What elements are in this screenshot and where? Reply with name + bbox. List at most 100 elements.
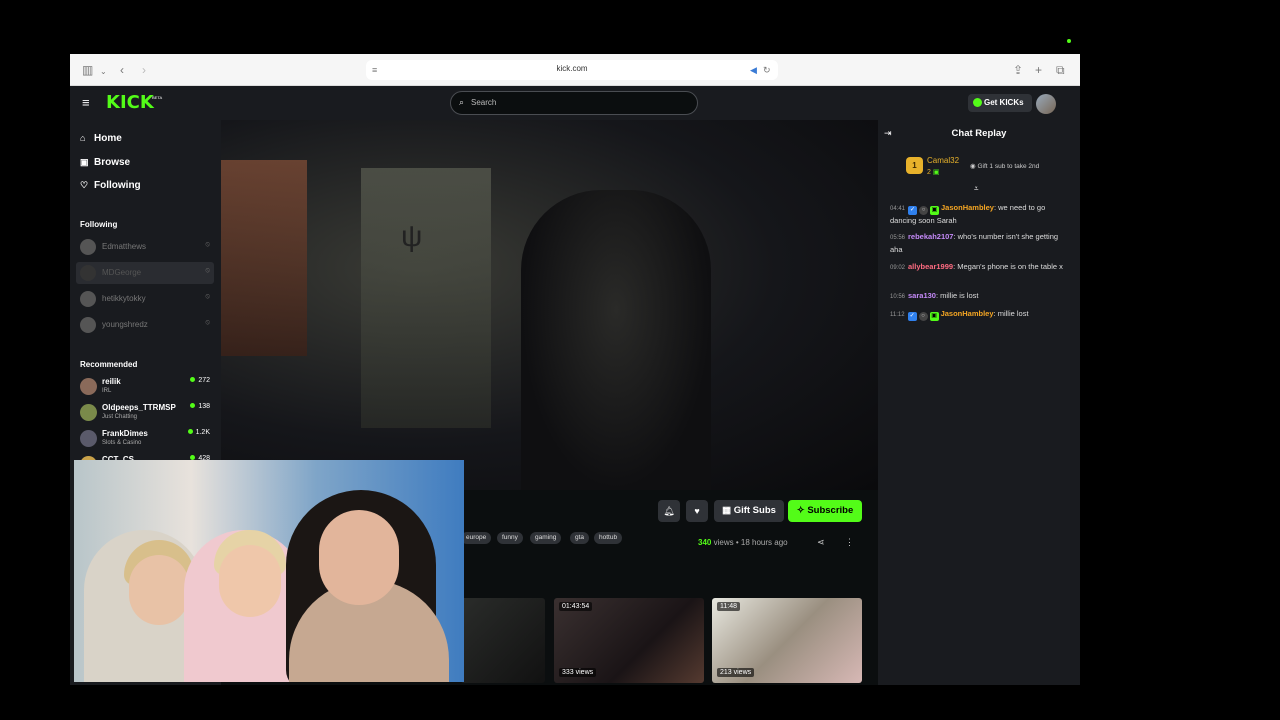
forward-icon[interactable]: ›: [142, 63, 146, 77]
video-scene-wall: [221, 160, 307, 356]
reload-icon[interactable]: ↻: [763, 63, 771, 77]
follow-button[interactable]: ♥: [686, 500, 708, 522]
share-icon[interactable]: ⋖: [817, 537, 825, 548]
following-channel[interactable]: hetikkytokky ⦸: [76, 288, 214, 310]
sub-badge-icon: ▣: [930, 206, 940, 215]
expand-icon[interactable]: ⩡: [974, 184, 979, 194]
channel-name: youngshredz: [102, 320, 148, 329]
gift-subs-button[interactable]: ▦ Gift Subs: [714, 500, 784, 522]
top-gifter-count: 2 ▣: [927, 168, 939, 176]
chat-message: 10:56 sara130: millie is lost: [890, 290, 1070, 303]
chat-message: 05:56 rebekah2107: who's number isn't she…: [890, 231, 1070, 255]
channel-name: MDGeorge: [102, 268, 142, 277]
verified-badge-icon: ✓: [907, 312, 917, 321]
channel-name: reilik: [102, 377, 121, 386]
verified-badge-icon: ✓: [908, 206, 918, 215]
message-user[interactable]: JasonHambley: [941, 203, 994, 212]
message-time: 10:56: [890, 294, 906, 300]
address-bar[interactable]: ≡ kick.com ◀ ↻: [366, 60, 778, 80]
recommended-channel[interactable]: Oldpeeps_TTRMSP Just Chatting 138: [76, 401, 214, 425]
sidebar-toggle-icon[interactable]: ▥: [82, 63, 93, 77]
heart-icon: ♥: [694, 506, 700, 516]
tag[interactable]: europe: [461, 532, 492, 544]
new-tab-icon[interactable]: +: [1035, 63, 1042, 77]
following-channel[interactable]: MDGeorge ⦸: [76, 262, 214, 284]
video-meta: 340 views • 18 hours ago: [698, 538, 788, 547]
kick-coin-icon: [973, 98, 982, 107]
tag[interactable]: gta: [570, 532, 590, 544]
offline-icon: ⦸: [205, 267, 210, 274]
recommended-channel[interactable]: reilik IRL 272: [76, 375, 214, 399]
bell-icon: 🔔︎: [663, 506, 675, 516]
chevron-down-icon[interactable]: ⌄: [100, 65, 107, 79]
channel-name: FrankDimes: [102, 429, 148, 438]
nav-label: Following: [94, 180, 141, 191]
gift-icon: ▦: [722, 505, 734, 516]
get-kicks-button[interactable]: Get KICKs: [968, 94, 1032, 112]
video-views: 333 views: [559, 668, 597, 677]
kick-logo[interactable]: KICK: [106, 92, 154, 113]
url-text: kick.com: [556, 64, 588, 73]
following-heading: Following: [80, 220, 118, 229]
back-icon[interactable]: ‹: [120, 63, 124, 77]
notification-button[interactable]: 🔔︎: [658, 500, 680, 522]
search-icon: ⌕: [459, 97, 465, 107]
message-time: 05:56: [890, 235, 906, 241]
top-gifter-name[interactable]: Camal32: [927, 156, 959, 165]
user-avatar[interactable]: [1036, 94, 1056, 114]
avatar: [80, 378, 97, 395]
message-text: : millie is lost: [935, 291, 979, 300]
tabs-overview-icon[interactable]: ⧉: [1056, 63, 1065, 77]
video-views: 213 views: [717, 668, 755, 677]
views-label: views: [713, 538, 734, 547]
viewer-count-value: 1.2K: [195, 429, 210, 436]
message-time: 04:41: [890, 206, 906, 212]
video-duration: 01:43:54: [559, 602, 593, 611]
live-dot: [187, 429, 193, 434]
related-video[interactable]: [461, 598, 545, 683]
viewer-count: 272: [190, 377, 210, 384]
message-text: : Megan's phone is on the table x: [953, 262, 1063, 271]
offline-icon: ⦸: [205, 293, 210, 300]
beta-badge: BETA: [152, 95, 163, 100]
message-user[interactable]: allybear1999: [908, 262, 953, 271]
following-channel[interactable]: Edmatthews ⦸: [76, 236, 214, 258]
subscribe-label: Subscribe: [807, 505, 854, 516]
speaker-icon[interactable]: ◀: [750, 63, 757, 77]
sidebar-item-browse[interactable]: ▣ Browse: [80, 157, 130, 168]
chat-title: Chat Replay: [951, 128, 1007, 139]
tag[interactable]: hottub: [594, 532, 623, 544]
message-user[interactable]: rebekah2107: [908, 232, 953, 241]
pip-person-face: [319, 510, 399, 605]
video-player[interactable]: ψ: [221, 120, 878, 490]
following-channel[interactable]: youngshredz ⦸: [76, 314, 214, 336]
sub-badge-icon: ▣: [929, 312, 939, 321]
meta-separator: •: [735, 538, 739, 547]
channel-category: Slots & Casino: [102, 440, 142, 446]
channel-name: Edmatthews: [102, 242, 147, 251]
gift-sub-cta[interactable]: ◉ Gift 1 sub to take 2nd: [970, 162, 1039, 170]
nav-label: Home: [94, 133, 122, 144]
og-badge-icon: ○: [919, 206, 929, 215]
pip-video-overlay[interactable]: [74, 460, 464, 682]
menu-icon[interactable]: ≡: [82, 95, 90, 110]
recommended-channel[interactable]: FrankDimes Slots & Casino 1.2K: [76, 427, 214, 451]
offline-icon: ⦸: [205, 319, 210, 326]
chat-message: 11:12 ✓ ○ ▣ JasonHambley: millie lost: [890, 308, 1070, 321]
share-icon[interactable]: ⇪: [1013, 63, 1023, 77]
tag[interactable]: gaming: [530, 532, 562, 544]
message-user[interactable]: sara130: [908, 291, 936, 300]
heart-icon: ♡: [80, 180, 89, 190]
more-options-icon[interactable]: ⋮: [845, 537, 854, 548]
related-video[interactable]: 11:48 213 views: [712, 598, 862, 683]
sidebar-item-following[interactable]: ♡ Following: [80, 180, 141, 191]
sidebar-item-home[interactable]: ⌂ Home: [80, 133, 122, 144]
search-input[interactable]: ⌕ Search: [450, 91, 698, 115]
tag[interactable]: funny: [497, 532, 523, 544]
pip-person-face: [219, 545, 281, 617]
chat-message: 04:41 ✓ ○ ▣ JasonHambley: we need to go danc…: [890, 202, 1070, 226]
og-badge-icon: ○: [918, 312, 928, 321]
subscribe-button[interactable]: ✧ Subscribe: [788, 500, 862, 522]
related-video[interactable]: 01:43:54 333 views: [554, 598, 704, 683]
message-user[interactable]: JasonHambley: [941, 309, 994, 318]
